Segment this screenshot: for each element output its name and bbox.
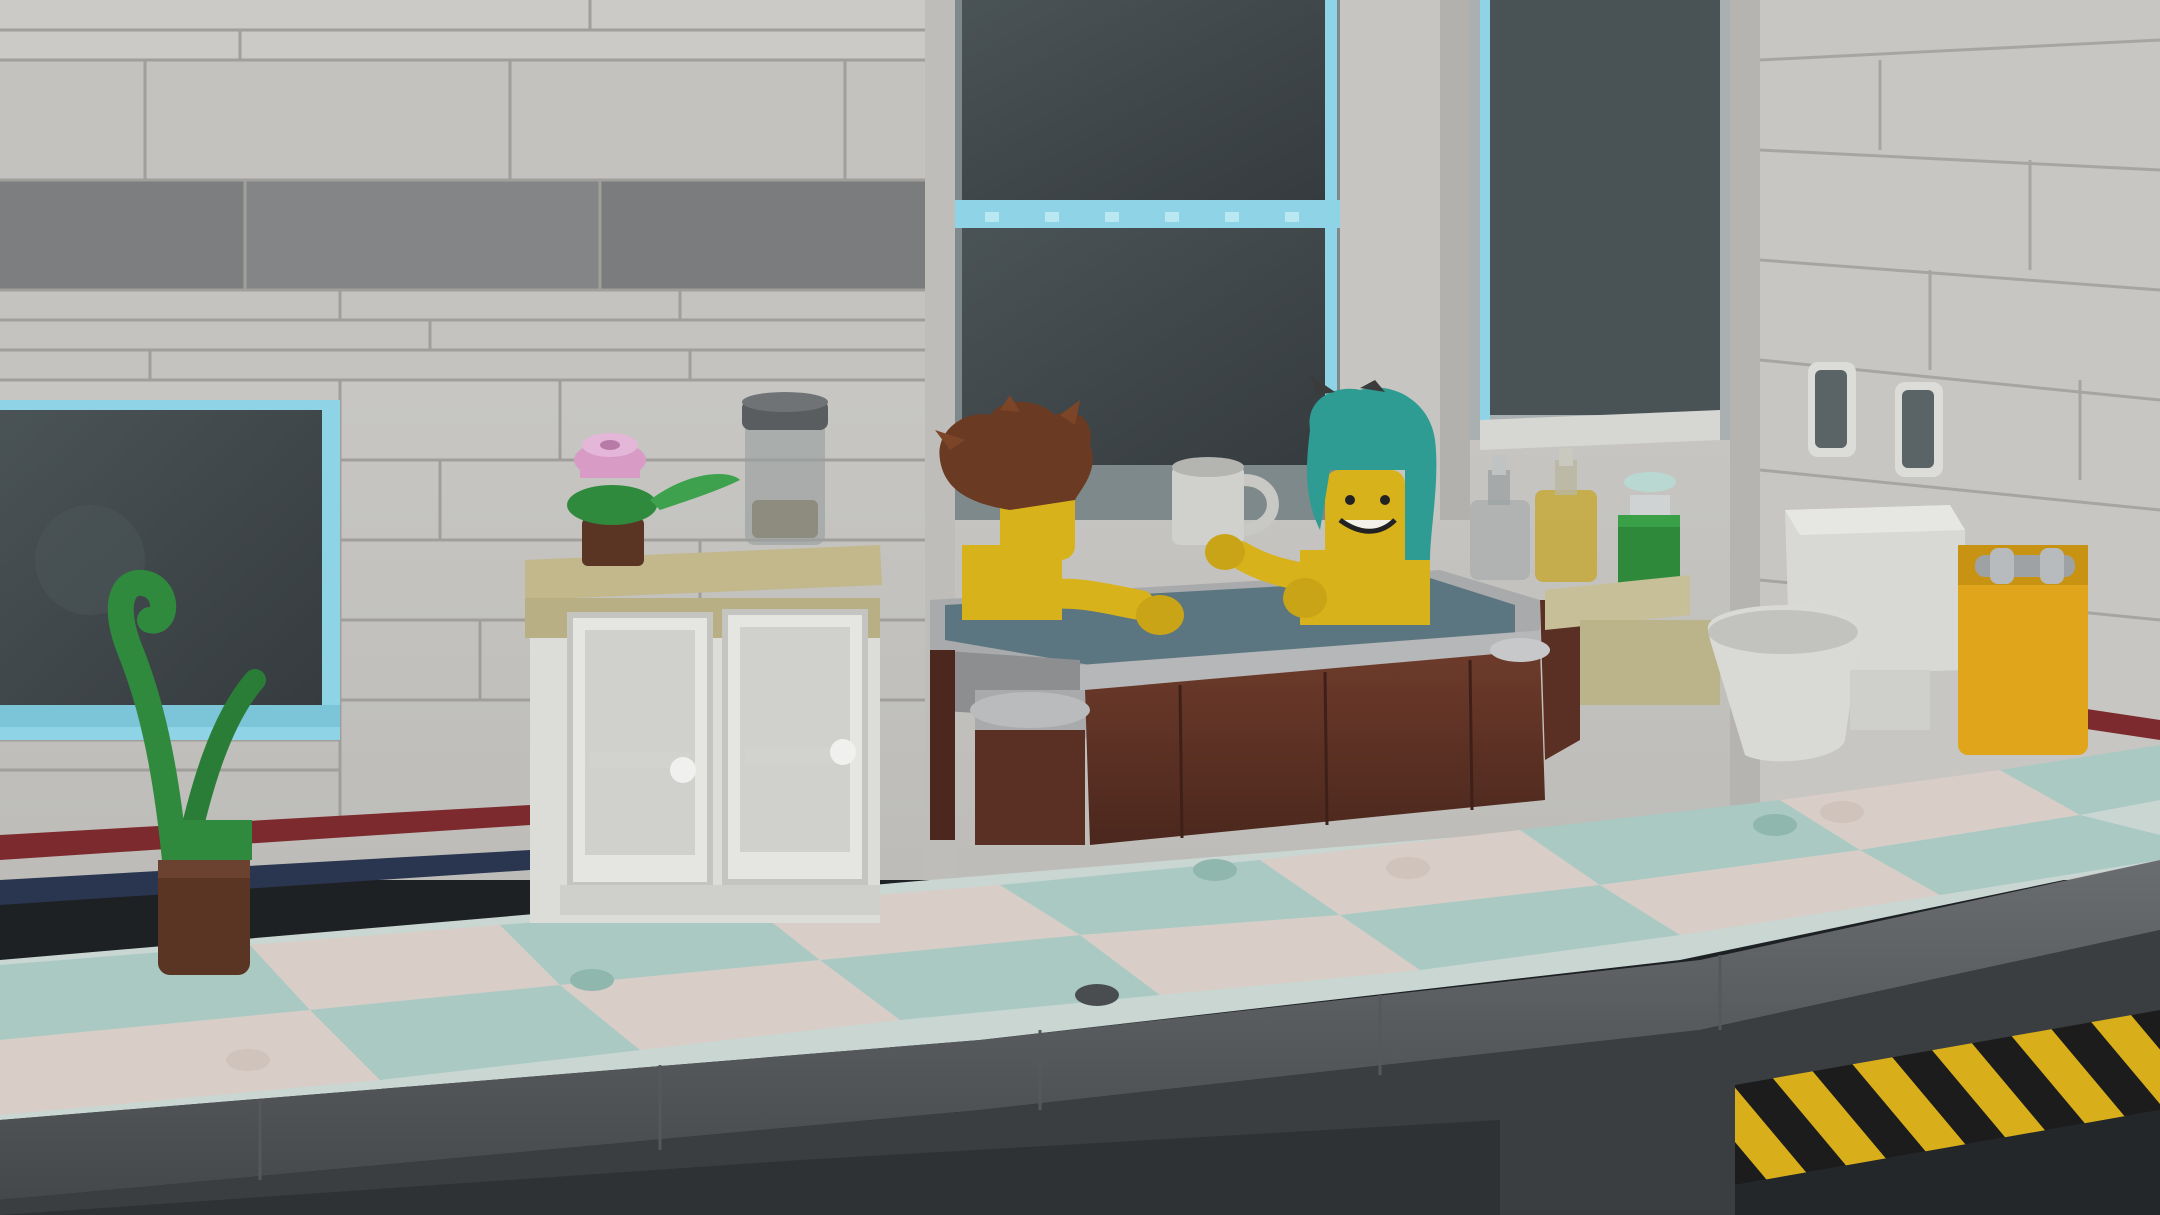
- jar: [742, 392, 828, 545]
- towel-holder: [1958, 545, 2088, 755]
- right-window: [1470, 0, 1730, 450]
- lego-bathroom-scene: [0, 0, 2160, 1215]
- left-window: [0, 400, 340, 740]
- cabinet: [525, 545, 882, 923]
